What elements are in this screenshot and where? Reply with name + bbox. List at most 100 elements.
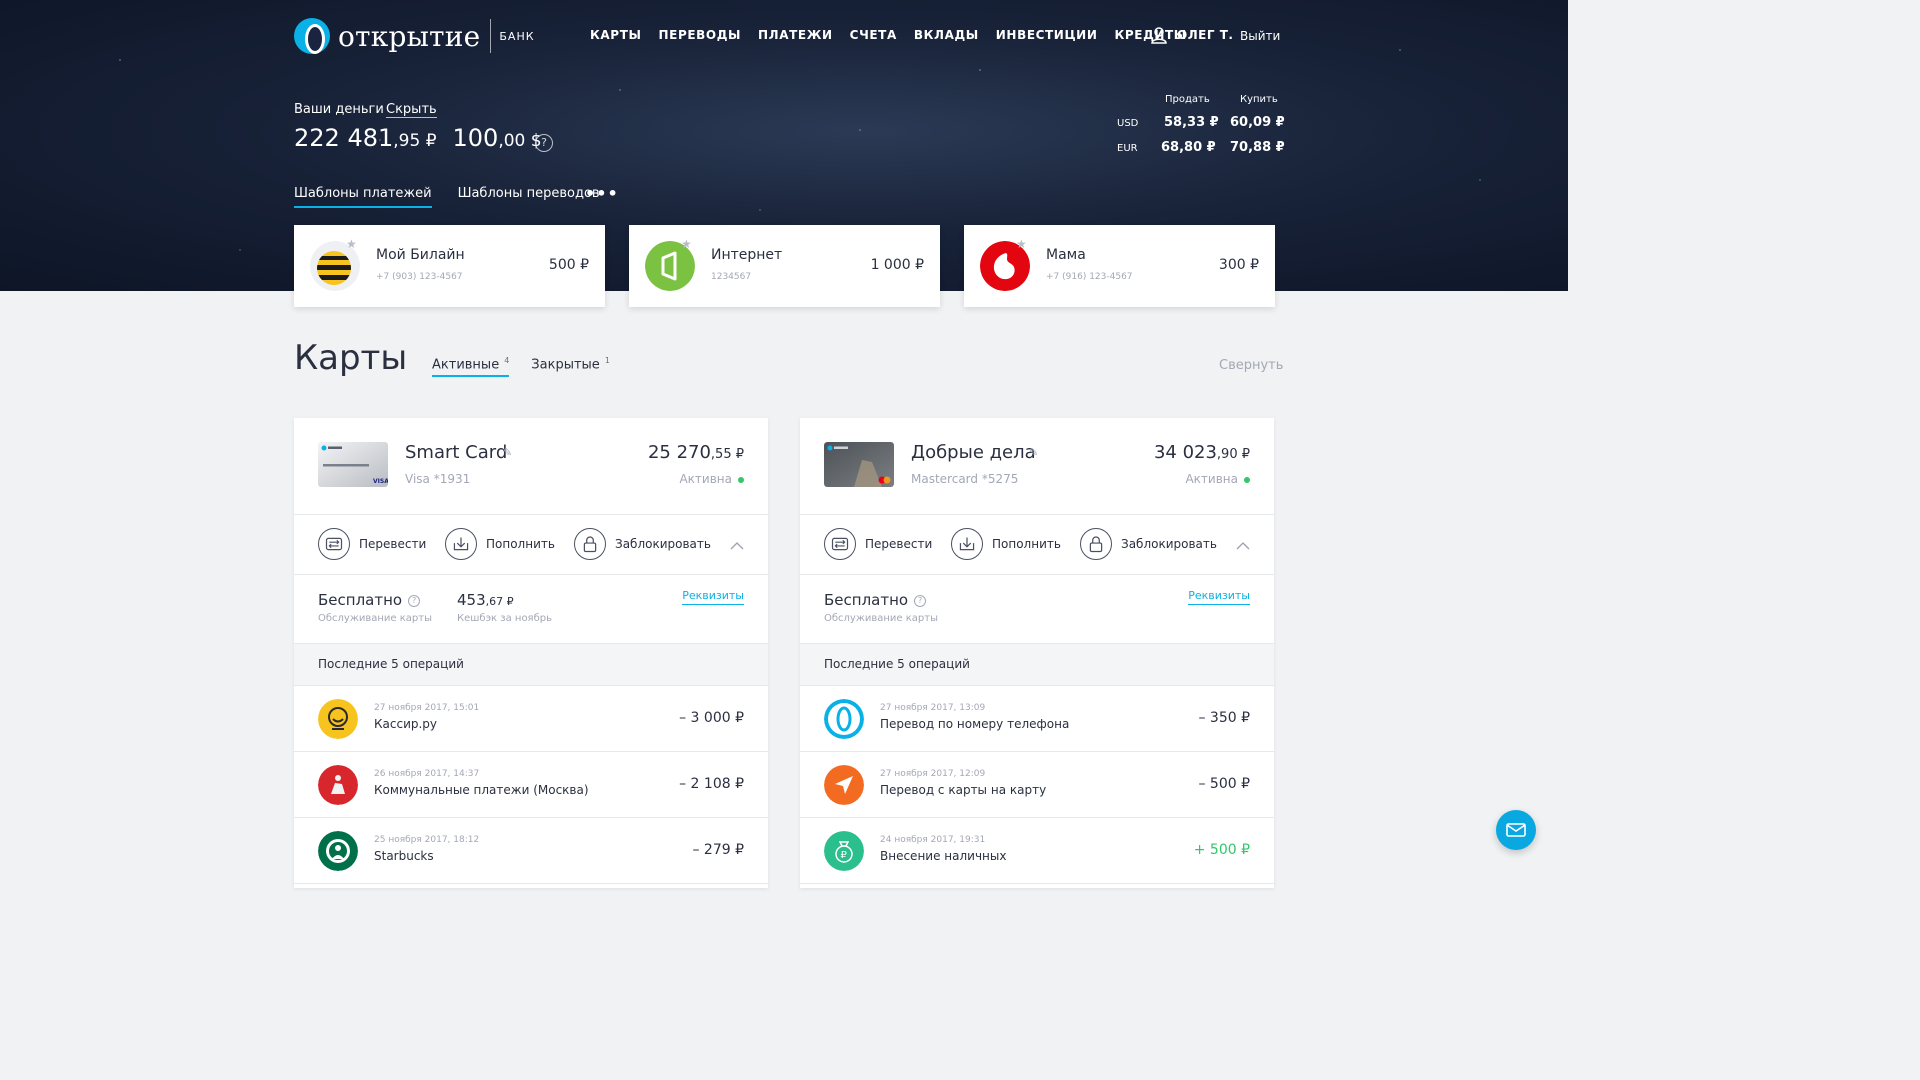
user-menu[interactable]: ОЛЕГ Т. — [1150, 26, 1233, 44]
favorite-star-icon: ★ — [1016, 237, 1027, 251]
bank-card-panel: Добрые дела ✎ Mastercard *5275 34 023,90… — [800, 418, 1274, 888]
operation-date: 27 ноября 2017, 15:01 — [374, 703, 480, 713]
operation-amount: – 279 ₽ — [692, 842, 744, 858]
rate-buy-value: 60,09 ₽ — [1230, 115, 1285, 130]
starbucks-icon — [318, 831, 358, 871]
svg-text:VISA: VISA — [373, 478, 388, 485]
operation-name: Starbucks — [374, 849, 434, 863]
card-actions: Перевести Пополнить Заблокировать — [294, 515, 768, 575]
template-card[interactable]: ★ Интернет 1234567 1 000 ₽ — [629, 225, 940, 307]
rate-buy-header: Купить — [1240, 94, 1278, 105]
template-subtitle: +7 (916) 123-4567 — [1046, 272, 1133, 282]
chevron-up-icon[interactable] — [1236, 539, 1250, 553]
operation-row[interactable]: 26 ноября 2017, 14:37 Коммунальные плате… — [294, 752, 768, 818]
nav-investments[interactable]: ИНВЕСТИЦИИ — [996, 28, 1098, 42]
total-balance: 222 481,95 ₽ 100,00 $ — [294, 124, 542, 152]
block-button[interactable]: Заблокировать — [574, 528, 711, 560]
main-nav: КАРТЫ ПЕРЕВОДЫ ПЛАТЕЖИ СЧЕТА ВКЛАДЫ ИНВЕ… — [590, 28, 1187, 42]
collapse-link[interactable]: Свернуть — [1219, 358, 1283, 373]
bank-card-panel: VISA Smart Card ✎ Visa *1931 25 270,55 ₽… — [294, 418, 768, 888]
rate-buy-value: 70,88 ₽ — [1230, 140, 1285, 155]
chevron-up-icon[interactable] — [730, 539, 744, 553]
operation-date: 27 ноября 2017, 13:09 — [880, 703, 986, 713]
transfer-icon — [318, 528, 350, 560]
operation-date: 25 ноября 2017, 18:12 — [374, 835, 480, 845]
tab-closed-cards[interactable]: Закрытые 1 — [531, 356, 610, 377]
template-title: Интернет — [711, 247, 783, 263]
nav-payments[interactable]: ПЛАТЕЖИ — [758, 28, 833, 42]
operation-row[interactable]: ₽ 24 ноября 2017, 19:31 Внесение наличны… — [800, 818, 1274, 884]
card-number: Mastercard *5275 — [911, 472, 1019, 486]
tab-transfer-templates[interactable]: Шаблоны переводов — [458, 186, 600, 208]
user-name: ОЛЕГ Т. — [1177, 28, 1234, 42]
operation-name: Перевод с карты на карту — [880, 783, 1047, 797]
more-templates-button[interactable]: ••• — [585, 184, 619, 203]
status-dot-icon — [1244, 476, 1250, 483]
requisites-link[interactable]: Реквизиты — [1188, 589, 1250, 605]
block-button[interactable]: Заблокировать — [1080, 528, 1217, 560]
lock-icon — [574, 528, 606, 560]
card-image[interactable] — [824, 442, 894, 487]
download-icon — [445, 528, 477, 560]
logo-text: открытие — [338, 19, 481, 53]
nav-cards[interactable]: КАРТЫ — [590, 28, 642, 42]
requisites-link[interactable]: Реквизиты — [682, 589, 744, 605]
kassir-icon — [318, 699, 358, 739]
cards-section-title: Карты — [294, 338, 408, 378]
hide-balance-link[interactable]: Скрыть — [386, 102, 437, 118]
template-card[interactable]: ★ Мама +7 (916) 123-4567 300 ₽ — [964, 225, 1275, 307]
tab-payment-templates[interactable]: Шаблоны платежей — [294, 186, 432, 208]
operation-row[interactable]: 27 ноября 2017, 15:01 Кассир.ру – 3 000 … — [294, 686, 768, 752]
transfer-button[interactable]: Перевести — [318, 528, 426, 560]
card-name: Smart Card — [405, 442, 508, 463]
operation-date: 26 ноября 2017, 14:37 — [374, 769, 480, 779]
otkritie-logo-icon — [294, 18, 330, 54]
edit-name-icon[interactable]: ✎ — [1029, 446, 1038, 459]
nav-transfers[interactable]: ПЕРЕВОДЫ — [659, 28, 742, 42]
card-status: Активна — [679, 472, 744, 486]
operation-name: Внесение наличных — [880, 849, 1007, 863]
operation-amount: – 500 ₽ — [1198, 776, 1250, 792]
nav-accounts[interactable]: СЧЕТА — [850, 28, 897, 42]
balance-help-icon[interactable]: ? — [535, 134, 553, 152]
card-info: Бесплатно? Обслуживание карты 453,67 ₽ К… — [294, 575, 768, 644]
card-header: Добрые дела ✎ Mastercard *5275 34 023,90… — [800, 418, 1274, 515]
service-fee: Бесплатно? — [318, 591, 421, 609]
logout-link[interactable]: Выйти — [1240, 29, 1280, 43]
card-actions: Перевести Пополнить Заблокировать — [800, 515, 1274, 575]
otkritie-icon — [824, 699, 864, 739]
template-amount: 1 000 ₽ — [870, 257, 924, 273]
help-icon[interactable]: ? — [914, 594, 927, 607]
operation-name: Коммунальные платежи (Москва) — [374, 783, 589, 797]
service-fee-label: Обслуживание карты — [318, 613, 432, 624]
card-image[interactable]: VISA — [318, 442, 388, 487]
help-icon[interactable]: ? — [408, 594, 421, 607]
chat-button[interactable] — [1496, 810, 1536, 850]
balance-rub: 222 481,95 ₽ — [294, 124, 437, 152]
tab-active-cards[interactable]: Активные 4 — [432, 356, 510, 378]
operation-name: Кассир.ру — [374, 717, 438, 731]
top-up-button[interactable]: Пополнить — [951, 528, 1061, 560]
template-amount: 300 ₽ — [1218, 257, 1259, 273]
template-subtitle: +7 (903) 123-4567 — [376, 272, 463, 282]
template-subtitle: 1234567 — [711, 272, 752, 282]
nav-deposits[interactable]: ВКЛАДЫ — [914, 28, 979, 42]
operation-amount: – 350 ₽ — [1198, 710, 1250, 726]
cashback-label: Кешбэк за ноябрь — [457, 613, 552, 624]
card-info: Бесплатно? Обслуживание карты Реквизиты — [800, 575, 1274, 644]
operations-header: Последние 5 операций — [800, 644, 1274, 686]
bank-logo[interactable]: открытие БАНК — [294, 18, 535, 54]
template-card[interactable]: ★ Мой Билайн +7 (903) 123-4567 500 ₽ — [294, 225, 605, 307]
rate-sell-value: 68,80 ₽ — [1161, 140, 1216, 155]
operation-row[interactable]: 25 ноября 2017, 18:12 Starbucks – 279 ₽ — [294, 818, 768, 884]
top-up-button[interactable]: Пополнить — [445, 528, 555, 560]
cash-bag-icon: ₽ — [824, 831, 864, 871]
send-arrow-icon — [824, 765, 864, 805]
operation-row[interactable]: 27 ноября 2017, 12:09 Перевод с карты на… — [800, 752, 1274, 818]
transfer-button[interactable]: Перевести — [824, 528, 932, 560]
svg-text:₽: ₽ — [841, 850, 848, 861]
rate-sell-header: Продать — [1165, 94, 1210, 105]
user-icon — [1151, 27, 1167, 44]
edit-name-icon[interactable]: ✎ — [503, 446, 512, 459]
operation-row[interactable]: 27 ноября 2017, 13:09 Перевод по номеру … — [800, 686, 1274, 752]
